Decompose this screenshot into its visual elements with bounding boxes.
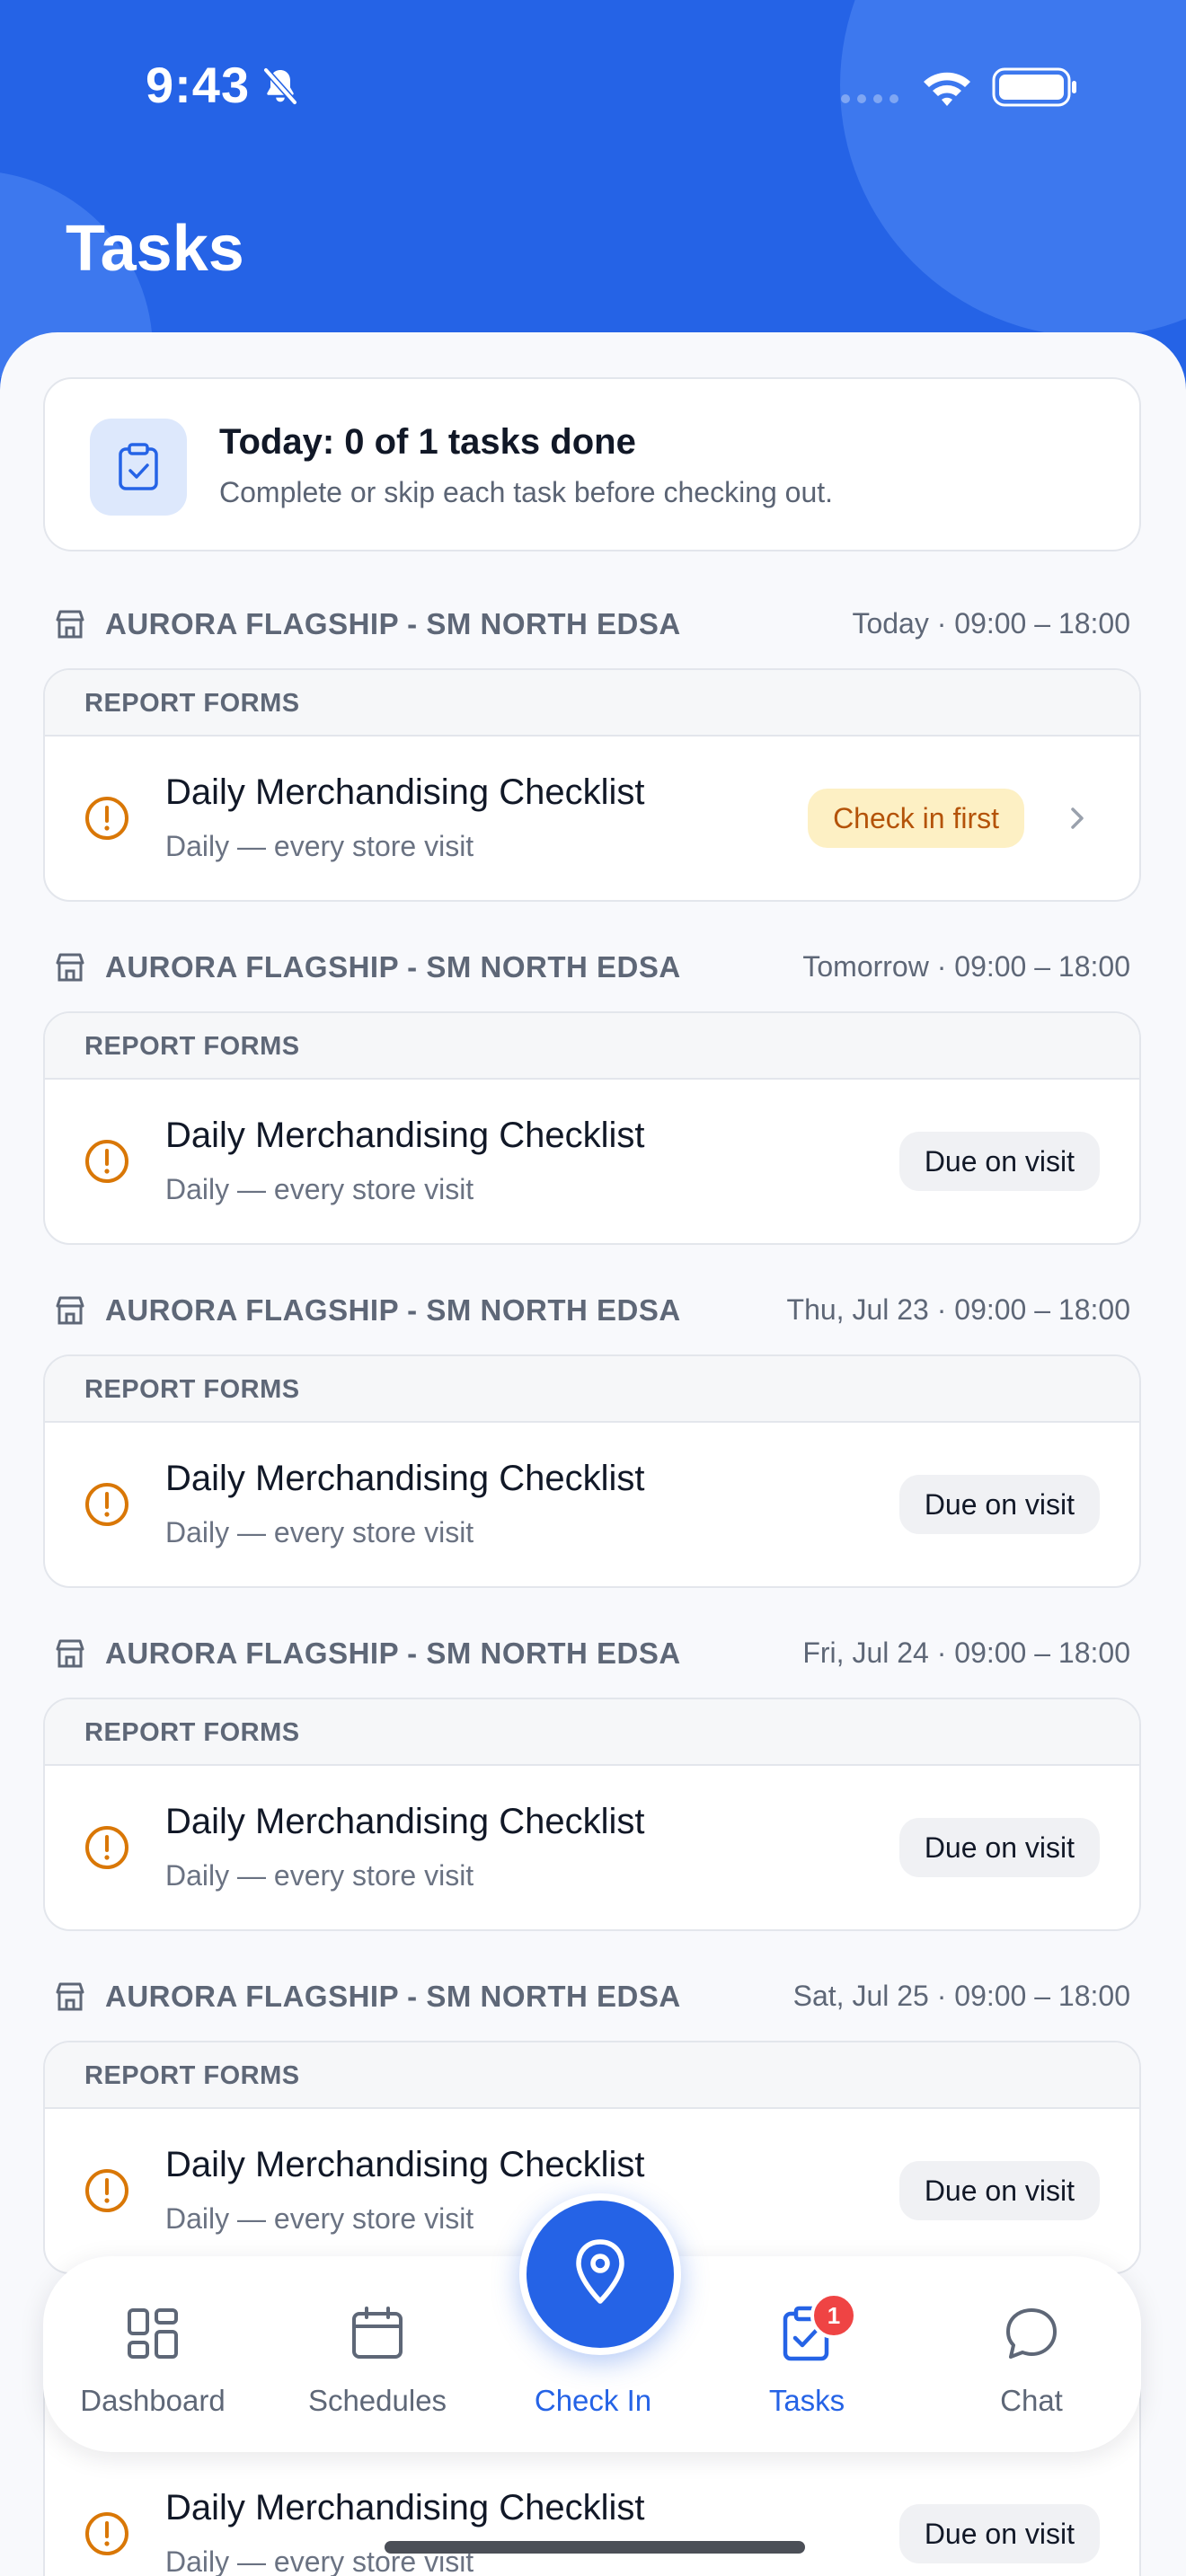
chat-bubble-icon [1006, 2308, 1057, 2359]
check-in-label: Check In [534, 2384, 652, 2417]
task-title: Daily Merchandising Checklist [165, 1116, 645, 1155]
status-badge: Due on visit [898, 1818, 1100, 1877]
store-name: AURORA FLAGSHIP - SM NORTH EDSA [105, 1636, 681, 1670]
task-group: AURORA FLAGSHIP - SM NORTH EDSA Thu, Jul… [43, 1274, 1141, 1588]
daily-summary-card: Today: 0 of 1 tasks done Complete or ski… [43, 377, 1141, 551]
task-subtitle: Daily — every store visit [165, 2202, 474, 2235]
task-subtitle: Daily — every store visit [165, 1859, 474, 1892]
tab-label: Tasks [768, 2384, 845, 2417]
status-badge: Due on visit [898, 1475, 1100, 1534]
task-group: AURORA FLAGSHIP - SM NORTH EDSA Today · … [43, 587, 1141, 902]
summary-subtitle: Complete or skip each task before checki… [219, 476, 834, 508]
warning-circle-icon [85, 1140, 128, 1183]
task-row[interactable]: Daily Merchandising Checklist Daily — ev… [45, 1423, 1139, 1586]
group-header: AURORA FLAGSHIP - SM NORTH EDSA Fri, Jul… [43, 1617, 1141, 1698]
group-header: AURORA FLAGSHIP - SM NORTH EDSA Tomorrow… [43, 931, 1141, 1011]
task-title: Daily Merchandising Checklist [165, 772, 645, 812]
task-title: Daily Merchandising Checklist [165, 2145, 645, 2184]
task-row[interactable]: Daily Merchandising Checklist Daily — ev… [45, 1080, 1139, 1243]
task-group: AURORA FLAGSHIP - SM NORTH EDSA Tomorrow… [43, 931, 1141, 1245]
status-badge: Check in first [808, 789, 1024, 848]
summary-title: Today: 0 of 1 tasks done [219, 422, 636, 462]
task-title: Daily Merchandising Checklist [165, 1802, 645, 1841]
warning-circle-icon [85, 2169, 128, 2212]
store-name: AURORA FLAGSHIP - SM NORTH EDSA [105, 1293, 681, 1327]
tab-label: Chat [1000, 2384, 1063, 2417]
visit-time: Thu, Jul 23 · 09:00 – 18:00 [786, 1293, 1130, 1326]
tab-schedules[interactable]: Schedules [288, 2256, 467, 2452]
chevron-right-icon[interactable] [1062, 803, 1093, 834]
task-card[interactable]: REPORT FORMS Daily Merchandising Checkli… [43, 1698, 1141, 1931]
store-name: AURORA FLAGSHIP - SM NORTH EDSA [105, 950, 681, 984]
status-badge: Due on visit [898, 2504, 1100, 2563]
page-title: Tasks [66, 213, 244, 285]
status-bar-time: 9:43 [146, 57, 251, 113]
section-label: REPORT FORMS [45, 670, 1139, 737]
store-name: AURORA FLAGSHIP - SM NORTH EDSA [105, 1980, 681, 2013]
clipboard-check-icon [90, 419, 187, 516]
notification-badge: 1 [810, 2292, 857, 2339]
section-label: REPORT FORMS [45, 2042, 1139, 2109]
task-subtitle: Daily — every store visit [165, 830, 474, 862]
task-subtitle: Daily — every store visit [165, 1173, 474, 1205]
calendar-icon [352, 2307, 403, 2359]
task-group: AURORA FLAGSHIP - SM NORTH EDSA Fri, Jul… [43, 1617, 1141, 1931]
tab-tasks[interactable]: 1 Tasks [717, 2256, 897, 2452]
store-name: AURORA FLAGSHIP - SM NORTH EDSA [105, 607, 681, 640]
store-icon [56, 1639, 84, 1668]
tab-label: Dashboard [80, 2384, 226, 2417]
group-header: AURORA FLAGSHIP - SM NORTH EDSA Sat, Jul… [43, 1960, 1141, 2041]
status-badge: Due on visit [898, 1132, 1100, 1191]
task-subtitle: Daily — every store visit [165, 1516, 474, 1548]
status-badge: Due on visit [898, 2161, 1100, 2220]
check-in-button[interactable] [519, 2193, 681, 2355]
dashboard-icon [128, 2308, 178, 2359]
task-card[interactable]: REPORT FORMS Daily Merchandising Checkli… [43, 1011, 1141, 1245]
tab-label: Schedules [307, 2384, 447, 2417]
bell-muted-icon [262, 66, 298, 106]
decorative-circle [840, 0, 1186, 337]
store-icon [56, 610, 84, 639]
tab-chat[interactable]: Chat [942, 2256, 1121, 2452]
store-icon [56, 953, 84, 982]
battery-icon [992, 67, 1076, 107]
tab-dashboard[interactable]: Dashboard [63, 2256, 243, 2452]
task-card[interactable]: REPORT FORMS Daily Merchandising Checkli… [43, 668, 1141, 902]
section-label: REPORT FORMS [45, 1699, 1139, 1766]
location-pin-icon [576, 2239, 624, 2304]
warning-circle-icon [85, 2512, 128, 2555]
task-row[interactable]: Daily Merchandising Checklist Daily — ev… [45, 737, 1139, 900]
visit-time: Tomorrow · 09:00 – 18:00 [802, 950, 1130, 983]
visit-time: Fri, Jul 24 · 09:00 – 18:00 [802, 1636, 1130, 1669]
group-header: AURORA FLAGSHIP - SM NORTH EDSA Today · … [43, 587, 1141, 668]
store-icon [56, 1982, 84, 2011]
warning-circle-icon [85, 797, 128, 840]
wifi-icon [924, 72, 970, 106]
task-row[interactable]: Daily Merchandising Checklist Daily — ev… [45, 1766, 1139, 1929]
home-indicator[interactable] [385, 2541, 805, 2554]
group-header: AURORA FLAGSHIP - SM NORTH EDSA Thu, Jul… [43, 1274, 1141, 1354]
warning-circle-icon [85, 1826, 128, 1869]
task-card[interactable]: REPORT FORMS Daily Merchandising Checkli… [43, 1354, 1141, 1588]
section-label: REPORT FORMS [45, 1013, 1139, 1080]
store-icon [56, 1296, 84, 1325]
task-title: Daily Merchandising Checklist [165, 2488, 645, 2527]
section-label: REPORT FORMS [45, 1356, 1139, 1423]
cellular-signal-icon [841, 94, 898, 103]
warning-circle-icon [85, 1483, 128, 1526]
task-title: Daily Merchandising Checklist [165, 1459, 645, 1498]
visit-time: Today · 09:00 – 18:00 [852, 607, 1130, 640]
visit-time: Sat, Jul 25 · 09:00 – 18:00 [792, 1980, 1130, 2012]
